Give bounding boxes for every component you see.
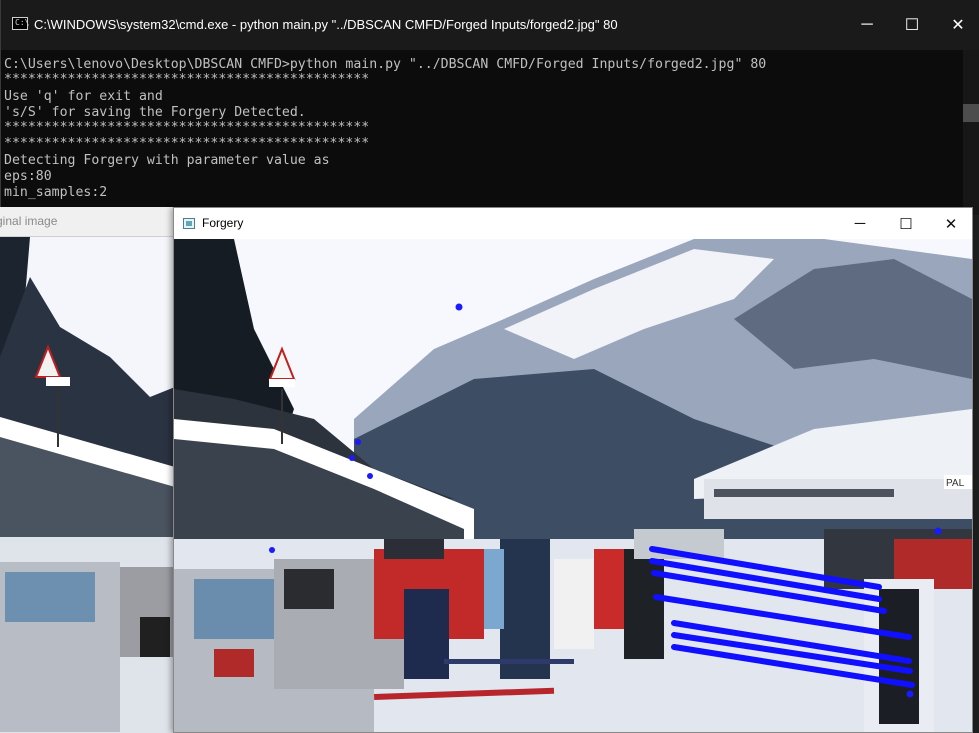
scrollbar-thumb[interactable] <box>963 104 979 122</box>
cmd-window[interactable]: C:\ C:\WINDOWS\system32\cmd.exe - python… <box>0 0 979 215</box>
console-line: Use 'q' for exit and <box>4 89 163 104</box>
forgery-titlebar[interactable]: Forgery ─ ☐ ✕ <box>174 208 972 239</box>
original-image-title: ginal image <box>0 214 58 228</box>
console-line: 's/S' for saving the Forgery Detected. <box>4 105 306 120</box>
cmd-titlebar[interactable]: C:\ C:\WINDOWS\system32\cmd.exe - python… <box>1 0 979 50</box>
console-line: ****************************************… <box>4 72 370 87</box>
maximize-button[interactable]: ☐ <box>883 208 929 239</box>
forgery-window-title: Forgery <box>202 216 244 230</box>
forgery-image: PAL <box>174 239 972 732</box>
console-line: min_samples:2 <box>4 185 108 200</box>
forgery-window[interactable]: Forgery ─ ☐ ✕ PAL <box>173 207 973 733</box>
cmd-icon: C:\ <box>12 17 29 30</box>
app-icon <box>183 218 195 229</box>
building-sign: PAL <box>946 478 965 489</box>
close-button[interactable]: ✕ <box>935 0 979 50</box>
original-image <box>0 237 175 733</box>
cmd-window-title: C:\WINDOWS\system32\cmd.exe - python mai… <box>34 17 618 32</box>
console-line: ****************************************… <box>4 120 370 135</box>
console-line: ****************************************… <box>4 136 370 151</box>
original-image-window[interactable]: ginal image <box>0 207 175 733</box>
console-scrollbar[interactable] <box>963 50 979 215</box>
console-line: eps:80 <box>4 169 52 184</box>
minimize-button[interactable]: ─ <box>844 0 890 50</box>
close-button[interactable]: ✕ <box>928 208 972 239</box>
maximize-button[interactable]: ☐ <box>889 0 935 50</box>
console-line: Detecting Forgery with parameter value a… <box>4 153 330 168</box>
minimize-button[interactable]: ─ <box>837 208 883 239</box>
console-line: C:\Users\lenovo\Desktop\DBSCAN CMFD>pyth… <box>4 57 767 72</box>
original-image-titlebar[interactable]: ginal image <box>0 207 175 237</box>
